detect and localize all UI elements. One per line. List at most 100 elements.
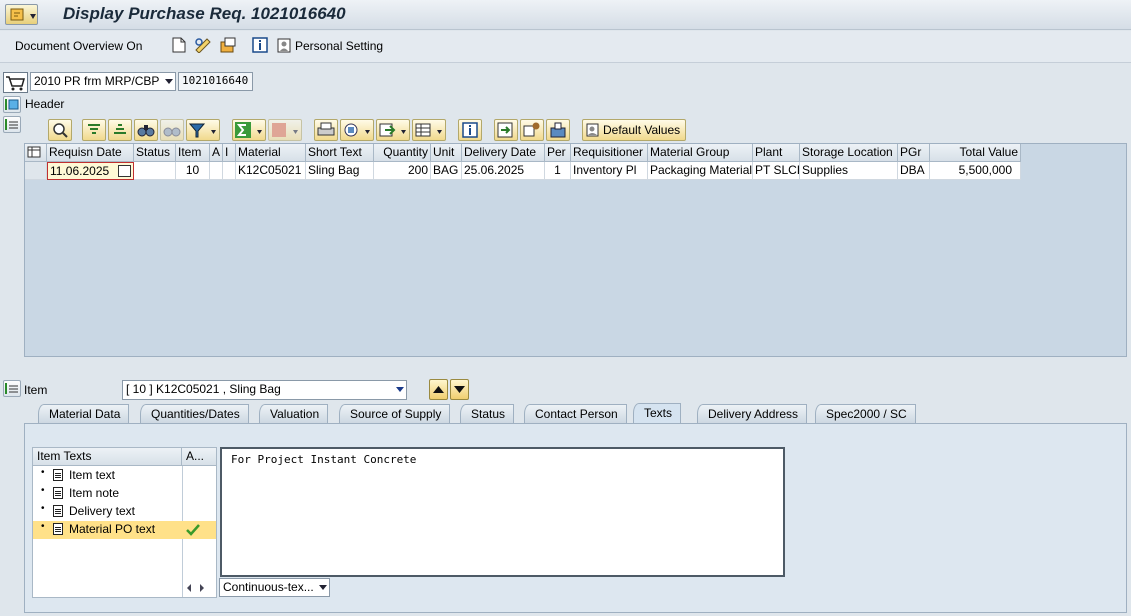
cell-delivery-date: 25.06.2025: [462, 162, 545, 180]
filter-button[interactable]: [186, 119, 220, 141]
col-storage-location[interactable]: Storage Location: [800, 144, 898, 162]
item-detail-button[interactable]: [494, 119, 518, 141]
tab-source-of-supply[interactable]: Source of Supply: [339, 404, 451, 423]
next-item-button[interactable]: [450, 379, 469, 400]
chevron-down-icon: [165, 79, 173, 84]
tab-material-data[interactable]: Material Data: [38, 404, 130, 423]
tab-texts[interactable]: Texts: [633, 403, 682, 424]
collapse-item-detail-button[interactable]: [3, 380, 21, 397]
col-requisitioner[interactable]: Requisitioner: [571, 144, 648, 162]
views-icon: [344, 123, 370, 137]
col-short-text[interactable]: Short Text: [306, 144, 374, 162]
bullet-icon: •: [41, 485, 45, 496]
requisn-date-value: 11.06.2025: [50, 164, 110, 178]
col-status[interactable]: Status: [134, 144, 176, 162]
header-label[interactable]: Header: [25, 97, 64, 111]
magnifier-icon: [53, 123, 68, 138]
other-document-icon[interactable]: [219, 37, 237, 56]
cell-item: 10: [176, 162, 210, 180]
tab-quantities-dates[interactable]: Quantities/Dates: [140, 404, 249, 423]
text-editor[interactable]: For Project Instant Concrete: [220, 447, 785, 577]
default-values-button[interactable]: Default Values: [582, 119, 686, 141]
document-icon: [53, 469, 63, 481]
release-button[interactable]: [546, 119, 570, 141]
sort-ascending-icon: [88, 124, 100, 134]
info-icon: [462, 122, 478, 138]
tab-valuation[interactable]: Valuation: [259, 404, 329, 423]
tree-item-delivery-text[interactable]: • Delivery text: [33, 503, 216, 521]
views-button[interactable]: [340, 119, 374, 141]
text-format-select[interactable]: Continuous-tex...: [219, 578, 330, 597]
find-next-button[interactable]: [160, 119, 184, 141]
col-unit[interactable]: Unit: [431, 144, 462, 162]
cell-requisn-date[interactable]: 11.06.2025: [47, 162, 134, 180]
info-icon[interactable]: [252, 37, 268, 56]
collapse-items-button[interactable]: [3, 116, 21, 133]
tab-contact-person[interactable]: Contact Person: [524, 404, 627, 423]
col-material-group[interactable]: Material Group: [648, 144, 753, 162]
previous-item-button[interactable]: [429, 379, 448, 400]
print-button[interactable]: [314, 119, 338, 141]
tab-delivery-address[interactable]: Delivery Address: [697, 404, 808, 423]
cell-storage-location: Supplies: [800, 162, 898, 180]
binoculars-icon: [137, 125, 155, 137]
cell-quantity: 200: [374, 162, 431, 180]
doc-overview-button[interactable]: Document Overview On: [15, 39, 142, 53]
collapse-icon: [5, 119, 18, 130]
grid-info-button[interactable]: [458, 119, 482, 141]
sort-descending-button[interactable]: [108, 119, 132, 141]
col-i[interactable]: I: [223, 144, 236, 162]
subtotals-button[interactable]: [268, 119, 302, 141]
cell-a: [210, 162, 223, 180]
col-delivery-date[interactable]: Delivery Date: [462, 144, 545, 162]
tree-item-item-text[interactable]: • Item text: [33, 467, 216, 485]
tab-status[interactable]: Status: [460, 404, 515, 423]
col-total-value[interactable]: Total Value: [930, 144, 1021, 162]
tree-item-item-note[interactable]: • Item note: [33, 485, 216, 503]
expand-header-button[interactable]: [3, 96, 21, 113]
assign-button[interactable]: [520, 119, 544, 141]
sort-ascending-button[interactable]: [82, 119, 106, 141]
personal-setting-button[interactable]: Personal Setting: [295, 39, 383, 53]
system-menu-icon: [10, 8, 36, 21]
find-button[interactable]: [134, 119, 158, 141]
tree-item-material-po-text[interactable]: • Material PO text: [33, 521, 216, 539]
cell-unit: BAG: [431, 162, 462, 180]
new-document-icon[interactable]: [172, 37, 186, 56]
tab-spec2000-sc[interactable]: Spec2000 / SC: [815, 404, 916, 423]
col-requisn-date[interactable]: Requisn Date: [47, 144, 134, 162]
tree-col-a[interactable]: A...: [182, 448, 216, 466]
bullet-icon: •: [41, 521, 45, 532]
col-material[interactable]: Material: [236, 144, 306, 162]
col-plant[interactable]: Plant: [753, 144, 800, 162]
item-select[interactable]: [ 10 ] K12C05021 , Sling Bag: [122, 380, 407, 400]
tree-col-item-texts[interactable]: Item Texts: [33, 448, 182, 466]
tree-item-label: Item note: [69, 486, 120, 500]
export-icon: [379, 123, 406, 137]
application-toolbar: Document Overview On Personal Setting: [0, 31, 1131, 63]
sum-button[interactable]: [232, 119, 266, 141]
display-change-icon[interactable]: [194, 37, 212, 56]
layout-button[interactable]: [412, 119, 446, 141]
document-type-select[interactable]: 2010 PR frm MRP/CBP: [30, 72, 176, 91]
col-pgr[interactable]: PGr: [898, 144, 930, 162]
col-item[interactable]: Item: [176, 144, 210, 162]
col-a[interactable]: A: [210, 144, 223, 162]
details-button[interactable]: [48, 119, 72, 141]
tree-horizontal-scroll[interactable]: [181, 580, 217, 596]
col-per[interactable]: Per: [545, 144, 571, 162]
title-bar: Display Purchase Req. 1021016640: [0, 0, 1131, 30]
select-all-header[interactable]: [25, 144, 47, 162]
calendar-icon[interactable]: [118, 165, 131, 177]
items-table: Requisn Date Status Item A I Material Sh…: [24, 143, 1127, 357]
system-menu-button[interactable]: [5, 4, 38, 25]
col-quantity[interactable]: Quantity: [374, 144, 431, 162]
subtotals-icon: [272, 123, 298, 137]
personal-setting-icon[interactable]: [277, 37, 293, 56]
export-button[interactable]: [376, 119, 410, 141]
find-next-icon: [163, 127, 181, 137]
document-icon: [53, 523, 63, 535]
cart-button[interactable]: [3, 72, 28, 93]
row-selector[interactable]: [25, 162, 47, 180]
bullet-icon: •: [41, 503, 45, 514]
